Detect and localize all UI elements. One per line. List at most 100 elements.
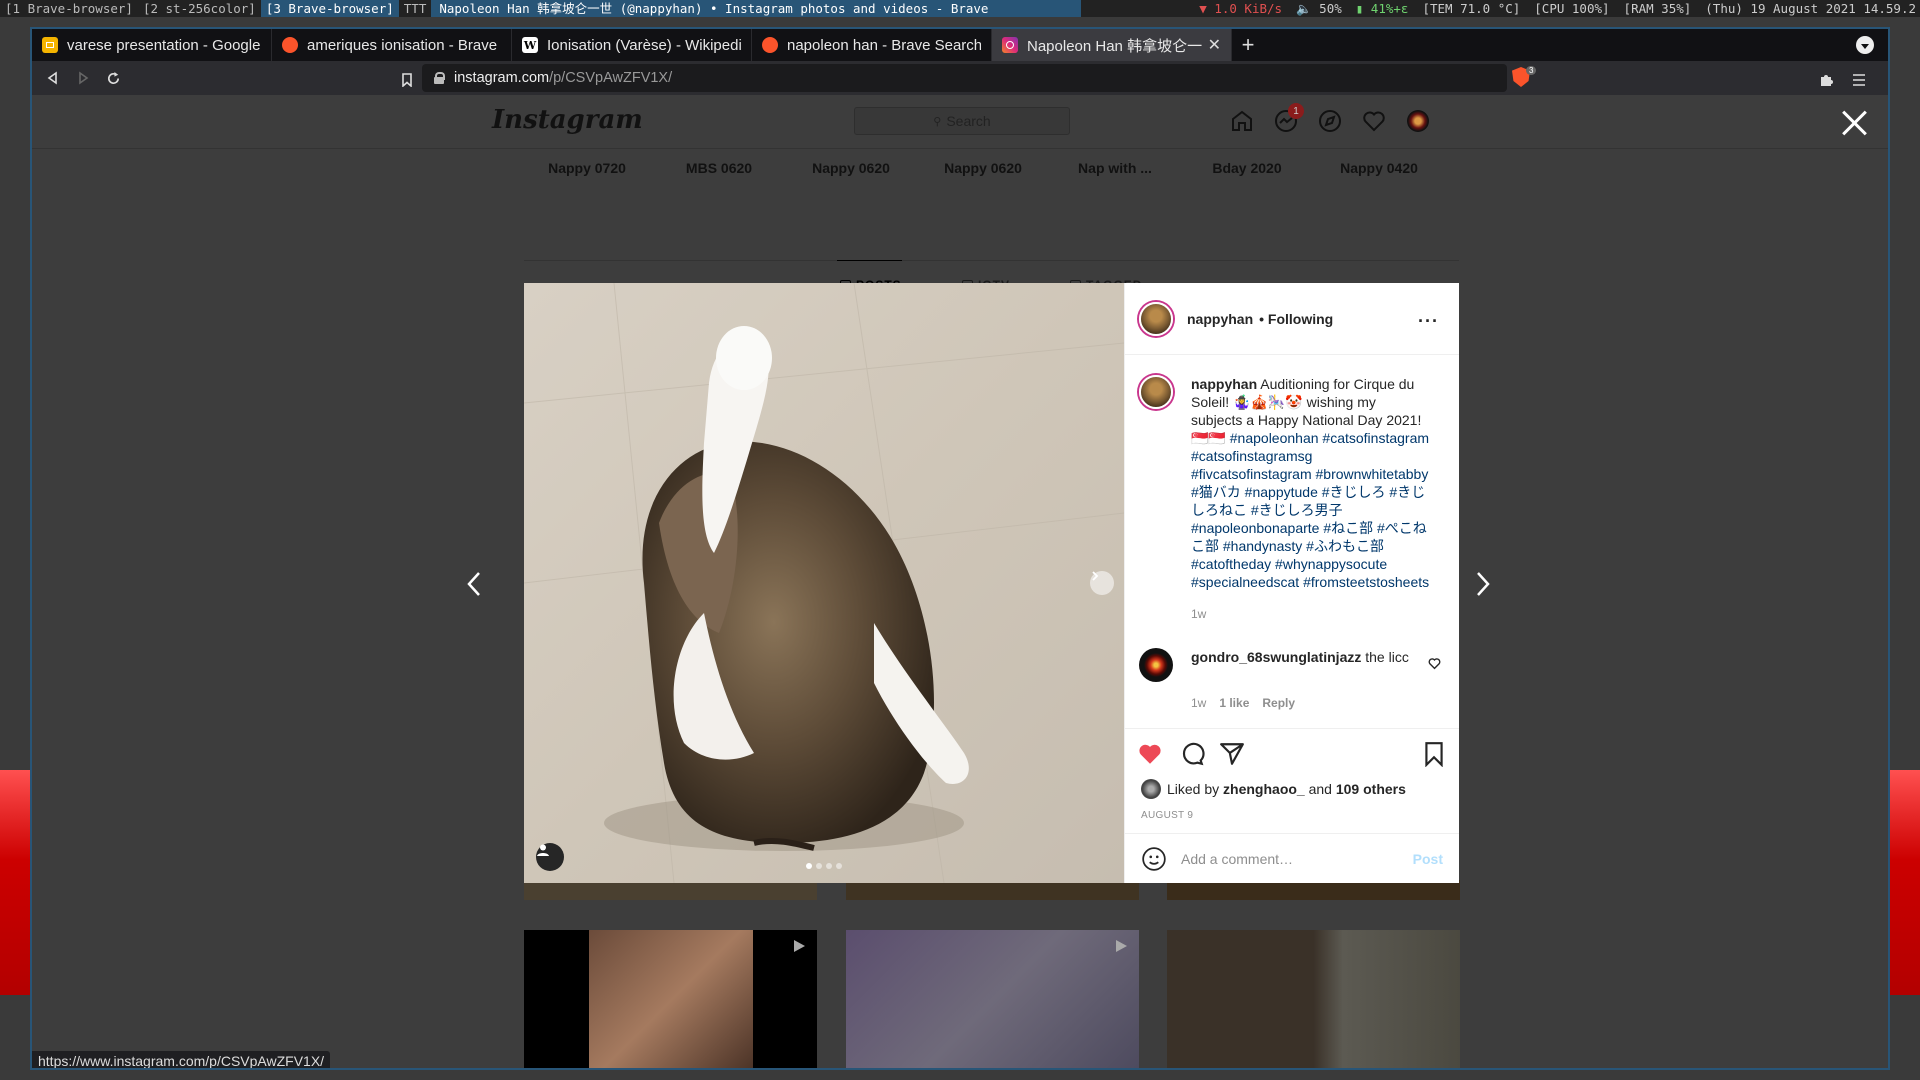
post-photo[interactable] <box>524 283 1124 883</box>
workspace-ttt[interactable]: TTT <box>399 0 432 17</box>
comment-input[interactable] <box>1181 850 1391 867</box>
caption-hashtags[interactable]: #napoleonhan #catsofinstagram #catsofins… <box>1191 430 1429 590</box>
grid-video-post[interactable] <box>846 930 1139 1068</box>
temperature: [TEM 71.0 °C] <box>1422 0 1521 16</box>
tagged-user-icon[interactable] <box>536 843 564 871</box>
search-input[interactable]: ⚲ Search <box>854 107 1070 135</box>
cpu-usage: [CPU 100%] <box>1534 0 1610 16</box>
google-slides-icon <box>42 37 58 53</box>
workspace-3[interactable]: [3 Brave-browser] <box>260 0 399 17</box>
caption-timestamp[interactable]: 1w <box>1191 607 1206 621</box>
comment-like-count[interactable]: 1 like <box>1219 696 1249 710</box>
grid-video-post[interactable] <box>524 930 817 1068</box>
workspace-1[interactable]: [1 Brave-browser] <box>0 0 138 17</box>
carousel-dot <box>836 863 842 869</box>
carousel-next-button[interactable] <box>1090 571 1114 595</box>
desktop-wallpaper-right <box>1890 770 1920 995</box>
like-heart-icon[interactable] <box>1137 741 1163 767</box>
explore-icon[interactable] <box>1318 109 1342 133</box>
emoji-smile-icon[interactable] <box>1141 846 1167 872</box>
battery: ▮ 41%+ε <box>1355 0 1409 16</box>
system-status: ▼ 1.0 KiB/s 🔈 50% ▮ 41%+ε [TEM 71.0 °C] … <box>1199 1 1920 17</box>
instagram-icon <box>1002 37 1018 53</box>
tab-label: ameriques ionisation - Brave S <box>307 36 501 54</box>
following-status[interactable]: • Following <box>1259 311 1333 327</box>
caption-username[interactable]: nappyhan <box>1191 376 1257 392</box>
tab-brave-search-ameriques[interactable]: ameriques ionisation - Brave S <box>272 29 512 61</box>
save-bookmark-icon[interactable] <box>1421 741 1447 768</box>
home-icon[interactable] <box>1230 109 1254 133</box>
comment-body: the licc <box>1361 649 1409 665</box>
liker-avatar[interactable] <box>1141 779 1161 799</box>
activity-heart-icon[interactable] <box>1362 109 1386 133</box>
highlight-item[interactable]: Nappy 0620 <box>928 160 1038 176</box>
back-button[interactable] <box>38 63 68 93</box>
puzzle-icon <box>1821 75 1833 86</box>
grid-post[interactable] <box>846 880 1139 900</box>
comment-meta: 1w 1 like Reply <box>1191 696 1295 710</box>
new-tab-button[interactable]: + <box>1232 29 1264 61</box>
commenter-username[interactable]: gondro_68swunglatinjazz <box>1191 649 1361 665</box>
extensions-button[interactable] <box>1812 65 1842 95</box>
author-avatar[interactable] <box>1139 301 1173 336</box>
post-date[interactable]: AUGUST 9 <box>1141 810 1193 821</box>
liked-by-prefix: Liked by <box>1167 781 1220 797</box>
post-comment-button[interactable]: Post <box>1413 851 1443 867</box>
page-viewport: Instagram ⚲ Search 1 Nappy 0720 MBS 0620 <box>32 95 1888 1068</box>
tab-brave-search-napoleon[interactable]: napoleon han - Brave Search <box>752 29 992 61</box>
author-username[interactable]: nappyhan <box>1187 311 1253 327</box>
tab-instagram[interactable]: Napoleon Han 韩拿坡仑一世 ✕ <box>992 29 1232 61</box>
lock-icon[interactable] <box>434 72 445 84</box>
tab-label: Ionisation (Varèse) - Wikipedia <box>547 36 741 54</box>
reply-button[interactable]: Reply <box>1262 696 1295 710</box>
chevron-right-icon <box>1092 571 1099 581</box>
highlight-item[interactable]: Nappy 0620 <box>796 160 906 176</box>
brave-search-icon <box>762 37 778 53</box>
tab-google-slides[interactable]: varese presentation - Google S <box>32 29 272 61</box>
post-header: nappyhan • Following <box>1125 283 1459 355</box>
prev-post-arrow-icon[interactable] <box>466 570 482 598</box>
highlight-item[interactable]: Nappy 0720 <box>532 160 642 176</box>
comment-timestamp[interactable]: 1w <box>1191 696 1206 710</box>
more-options-icon[interactable]: ··· <box>1418 311 1439 332</box>
grid-post[interactable] <box>1167 880 1460 900</box>
bookmark-button[interactable] <box>392 65 422 95</box>
caption-text: nappyhan Auditioning for Cirque du Solei… <box>1191 375 1431 591</box>
comment-like-heart-icon[interactable] <box>1428 657 1441 670</box>
share-paper-plane-icon[interactable] <box>1219 741 1245 767</box>
post-modal: nappyhan • Following ··· nappyhan Auditi… <box>524 283 1459 883</box>
workspace-2[interactable]: [2 st-256color] <box>138 0 261 17</box>
address-bar[interactable]: instagram.com/p/CSVpAwZFV1X/ <box>422 64 1507 92</box>
window-title: Napoleon Han 韩拿坡仑一世 (@nappyhan) • Instag… <box>431 0 1082 17</box>
comment-bubble-icon[interactable] <box>1179 741 1205 767</box>
tab-close-icon[interactable]: ✕ <box>1208 35 1221 55</box>
next-post-arrow-icon[interactable] <box>1475 570 1491 598</box>
reload-button[interactable] <box>98 63 128 93</box>
highlight-item[interactable]: MBS 0620 <box>664 160 774 176</box>
instagram-logo[interactable]: Instagram <box>492 105 643 135</box>
liked-by-and: and <box>1308 781 1332 797</box>
liked-by-user[interactable]: zhenghaoo_ <box>1223 781 1305 797</box>
highlight-item[interactable]: Nappy 0420 <box>1324 160 1434 176</box>
commenter-avatar[interactable] <box>1139 648 1173 682</box>
brave-search-icon <box>282 37 298 53</box>
profile-avatar[interactable] <box>1407 110 1429 132</box>
close-modal-icon[interactable] <box>1840 109 1868 137</box>
story-highlights: Nappy 0720 MBS 0620 Nappy 0620 Nappy 062… <box>532 160 1492 180</box>
grid-post[interactable] <box>524 880 817 900</box>
tab-wikipedia[interactable]: W Ionisation (Varèse) - Wikipedia <box>512 29 752 61</box>
grid-post[interactable] <box>1167 930 1460 1068</box>
tab-label: Napoleon Han 韩拿坡仑一世 <box>1027 37 1202 55</box>
comment: gondro_68swunglatinjazz the licc <box>1139 648 1445 682</box>
highlight-item[interactable]: Nap with ... <box>1060 160 1170 176</box>
forward-icon <box>79 71 89 85</box>
url-path: /p/CSVpAwZFV1X/ <box>549 70 673 86</box>
liked-by-others[interactable]: 109 others <box>1336 781 1406 797</box>
tab-search-icon[interactable] <box>1856 36 1874 54</box>
volume: 🔈 50% <box>1296 0 1342 16</box>
forward-button[interactable] <box>68 63 98 93</box>
highlight-item[interactable]: Bday 2020 <box>1192 160 1302 176</box>
caption-avatar[interactable] <box>1139 375 1173 409</box>
ram-usage: [RAM 35%] <box>1623 0 1692 16</box>
menu-button[interactable] <box>1844 65 1874 95</box>
